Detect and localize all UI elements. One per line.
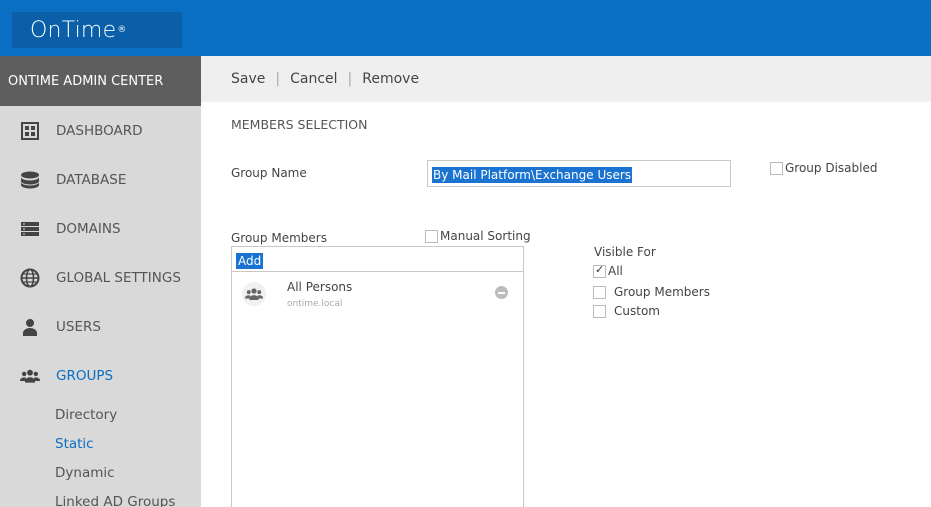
group-disabled-label: Group Disabled xyxy=(785,161,878,175)
remove-member-icon[interactable] xyxy=(495,286,508,299)
sidebar-item-label: DASHBOARD xyxy=(56,122,143,139)
group-icon xyxy=(20,366,40,386)
list-item[interactable]: All Persons ontime.local xyxy=(232,272,523,318)
sidebar-item-database[interactable]: DATABASE xyxy=(0,155,201,204)
group-name-label: Group Name xyxy=(231,166,307,180)
group-name-input[interactable]: By Mail Platform\Exchange Users xyxy=(427,160,731,187)
visible-for-all-label: All xyxy=(608,264,623,278)
toolbar-separator: | xyxy=(275,71,281,87)
cancel-button[interactable]: Cancel xyxy=(290,71,337,87)
group-avatar-icon xyxy=(242,282,266,306)
visible-for-group-members-checkbox[interactable]: Group Members xyxy=(593,285,710,299)
user-icon xyxy=(20,317,40,337)
logo-text: OnTime xyxy=(30,17,117,43)
sidebar-item-global-settings[interactable]: GLOBAL SETTINGS xyxy=(0,253,201,302)
section-title: MEMBERS SELECTION xyxy=(231,117,368,132)
action-toolbar: Save | Cancel | Remove xyxy=(201,56,931,102)
visible-for-custom-checkbox[interactable]: Custom xyxy=(593,304,660,318)
dashboard-icon xyxy=(20,121,40,141)
checkbox-box xyxy=(770,161,783,175)
group-members-label: Group Members xyxy=(231,231,327,245)
manual-sorting-checkbox[interactable]: Manual Sorting xyxy=(425,229,531,243)
sidebar-item-label: DOMAINS xyxy=(56,220,121,237)
checkbox-box xyxy=(425,229,438,243)
checkbox-box xyxy=(593,263,606,278)
sidebar-item-domains[interactable]: DOMAINS xyxy=(0,204,201,253)
group-disabled-checkbox[interactable]: Group Disabled xyxy=(770,161,877,175)
sidebar-header: ONTIME ADMIN CENTER xyxy=(0,56,201,106)
manual-sorting-label: Manual Sorting xyxy=(440,229,531,243)
sidebar-subitem-static[interactable]: Static xyxy=(0,429,201,458)
add-member-input[interactable]: Add xyxy=(231,246,524,272)
visible-for-label: Visible For xyxy=(594,245,656,259)
sidebar-item-label: GLOBAL SETTINGS xyxy=(56,269,181,286)
sidebar-item-label: USERS xyxy=(56,318,101,335)
sidebar: ONTIME ADMIN CENTER DASHBOARD DATABASE D… xyxy=(0,56,201,507)
top-bar: OnTime ® xyxy=(0,0,931,56)
sidebar-subitem-linked-ad-groups[interactable]: Linked AD Groups xyxy=(0,487,201,507)
database-icon xyxy=(20,170,40,190)
visible-for-custom-label: Custom xyxy=(614,304,660,318)
save-button[interactable]: Save xyxy=(231,71,265,87)
visible-for-all-checkbox[interactable]: All xyxy=(593,263,623,278)
remove-button[interactable]: Remove xyxy=(362,71,419,87)
add-member-value: Add xyxy=(236,253,264,269)
group-name-value: By Mail Platform\Exchange Users xyxy=(432,167,633,183)
visible-for-group-members-label: Group Members xyxy=(614,285,710,299)
globe-icon xyxy=(20,268,40,288)
members-list[interactable]: All Persons ontime.local xyxy=(231,272,524,507)
sidebar-subitem-directory[interactable]: Directory xyxy=(0,400,201,429)
logo-registered-mark: ® xyxy=(117,25,127,35)
sidebar-item-groups[interactable]: GROUPS xyxy=(0,351,201,400)
sidebar-item-label: DATABASE xyxy=(56,171,127,188)
ontime-logo[interactable]: OnTime ® xyxy=(12,12,182,48)
checkbox-box xyxy=(593,285,606,299)
sidebar-item-users[interactable]: USERS xyxy=(0,302,201,351)
checkbox-box xyxy=(593,304,606,318)
sidebar-item-label: GROUPS xyxy=(56,367,114,384)
member-domain: ontime.local xyxy=(287,299,343,309)
toolbar-separator: | xyxy=(347,71,353,87)
member-name: All Persons xyxy=(287,280,353,294)
sidebar-subitem-dynamic[interactable]: Dynamic xyxy=(0,458,201,487)
sidebar-item-dashboard[interactable]: DASHBOARD xyxy=(0,106,201,155)
domains-icon xyxy=(20,219,40,239)
